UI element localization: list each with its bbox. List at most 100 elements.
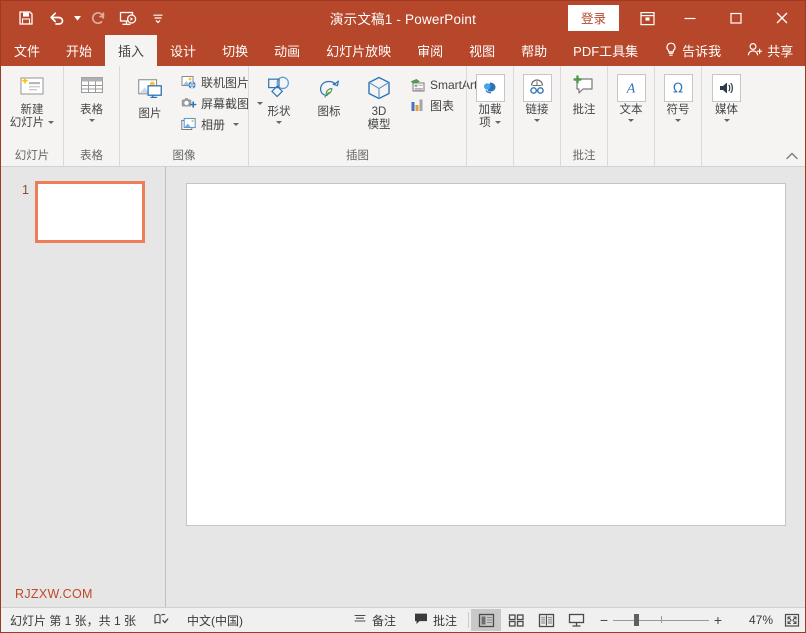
link-caret-icon[interactable] bbox=[534, 119, 540, 122]
media-caret-icon[interactable] bbox=[724, 119, 730, 122]
zoom-out-button[interactable]: − bbox=[595, 612, 613, 628]
chart-icon bbox=[409, 98, 426, 114]
ribbon-display-options-icon[interactable] bbox=[627, 1, 667, 35]
icons-label: 图标 bbox=[318, 106, 341, 119]
ribbon: 新建 幻灯片 幻灯片 表格 bbox=[1, 66, 805, 167]
tab-design[interactable]: 设计 bbox=[157, 35, 209, 66]
collapse-ribbon-icon[interactable] bbox=[784, 148, 800, 164]
slide-sorter-view-button[interactable] bbox=[501, 609, 531, 631]
close-icon[interactable] bbox=[759, 1, 805, 35]
slide-canvas[interactable] bbox=[186, 183, 786, 526]
maximize-icon[interactable] bbox=[713, 1, 759, 35]
table-button[interactable]: 表格 bbox=[67, 70, 117, 124]
new-slide-caret-icon[interactable] bbox=[48, 121, 54, 124]
text-icon: A bbox=[617, 74, 646, 102]
addins-caret-icon[interactable] bbox=[495, 121, 501, 124]
ribbon-tab-strip: 文件 开始 插入 设计 切换 动画 幻灯片放映 审阅 视图 帮助 PDF工具集 … bbox=[1, 35, 805, 66]
shapes-label: 形状 bbox=[268, 106, 291, 119]
slide-count-label: 幻灯片 第 1 张，共 1 张 bbox=[10, 612, 136, 629]
ribbon-group-links: 链接 bbox=[513, 66, 560, 166]
photo-album-caret-icon[interactable] bbox=[233, 123, 239, 126]
shapes-button[interactable]: 形状 bbox=[254, 70, 304, 126]
group-label-tables: 表格 bbox=[64, 148, 119, 166]
shapes-caret-icon[interactable] bbox=[276, 121, 282, 124]
group-label-addins bbox=[467, 148, 513, 166]
symbols-button[interactable]: Ω 符号 bbox=[653, 70, 703, 124]
ribbon-group-slides: 新建 幻灯片 幻灯片 bbox=[1, 66, 63, 166]
ribbon-group-text: A 文本 bbox=[607, 66, 654, 166]
tab-file[interactable]: 文件 bbox=[1, 35, 53, 66]
undo-icon[interactable] bbox=[41, 5, 71, 31]
ribbon-group-images: 图片 联机图片 屏幕截图 bbox=[119, 66, 248, 166]
tab-slideshow[interactable]: 幻灯片放映 bbox=[313, 35, 404, 66]
work-area: 1 RJZXW.COM bbox=[1, 167, 805, 607]
tab-strip-right: 告诉我 共享 bbox=[651, 35, 806, 66]
status-separator bbox=[468, 612, 469, 628]
notes-icon bbox=[353, 612, 367, 628]
symbols-caret-icon[interactable] bbox=[675, 119, 681, 122]
language-status[interactable]: 中文(中国) bbox=[178, 609, 252, 631]
ribbon-group-media: 媒体 bbox=[701, 66, 751, 166]
icons-icon bbox=[314, 74, 344, 104]
tab-view[interactable]: 视图 bbox=[456, 35, 508, 66]
watermark-text: RJZXW.COM bbox=[15, 587, 93, 601]
tab-pdf-tools[interactable]: PDF工具集 bbox=[560, 35, 651, 66]
redo-icon[interactable] bbox=[83, 5, 113, 31]
slide-thumbnail-pane[interactable]: 1 RJZXW.COM bbox=[1, 167, 166, 607]
normal-view-button[interactable] bbox=[471, 609, 501, 631]
slideshow-view-button[interactable] bbox=[561, 609, 591, 631]
zoom-percent-label[interactable]: 47% bbox=[731, 613, 779, 627]
tell-me-box[interactable]: 告诉我 bbox=[651, 35, 734, 66]
link-label: 链接 bbox=[526, 104, 549, 117]
zoom-in-button[interactable]: + bbox=[709, 612, 727, 628]
new-slide-label-line1: 新建 bbox=[21, 104, 44, 116]
group-label-comments: 批注 bbox=[561, 148, 607, 166]
status-bar: 幻灯片 第 1 张，共 1 张 中文(中国) 备注 批注 bbox=[1, 607, 805, 632]
tab-help[interactable]: 帮助 bbox=[508, 35, 560, 66]
tell-me-label: 告诉我 bbox=[682, 41, 721, 60]
slide-count-status[interactable]: 幻灯片 第 1 张，共 1 张 bbox=[1, 609, 145, 631]
comment-balloon-icon bbox=[414, 612, 428, 628]
text-button[interactable]: A 文本 bbox=[606, 70, 656, 124]
customize-qat-icon[interactable] bbox=[143, 5, 173, 31]
text-caret-icon[interactable] bbox=[628, 119, 634, 122]
share-person-icon bbox=[747, 42, 763, 60]
minimize-icon[interactable] bbox=[667, 1, 713, 35]
get-addins-button[interactable]: 加载 项 bbox=[465, 70, 515, 132]
tab-home[interactable]: 开始 bbox=[53, 35, 105, 66]
table-label: 表格 bbox=[80, 104, 103, 117]
pictures-button[interactable]: 图片 bbox=[125, 70, 175, 123]
reading-view-button[interactable] bbox=[531, 609, 561, 631]
tab-insert[interactable]: 插入 bbox=[105, 35, 157, 66]
new-slide-button[interactable]: 新建 幻灯片 bbox=[6, 70, 58, 132]
tab-review[interactable]: 审阅 bbox=[404, 35, 456, 66]
tab-transitions[interactable]: 切换 bbox=[209, 35, 261, 66]
zoom-control: − + bbox=[591, 609, 731, 631]
slide-thumbnail-1[interactable] bbox=[35, 181, 145, 243]
media-button[interactable]: 媒体 bbox=[702, 70, 752, 124]
accessibility-check-button[interactable] bbox=[145, 609, 178, 631]
zoom-slider-handle[interactable] bbox=[634, 614, 639, 626]
link-button[interactable]: 链接 bbox=[512, 70, 562, 124]
icons-button[interactable]: 图标 bbox=[304, 70, 354, 121]
group-label-media bbox=[702, 148, 751, 166]
status-bar-right: 备注 批注 − bbox=[344, 609, 805, 631]
save-icon[interactable] bbox=[11, 5, 41, 31]
new-comment-button[interactable]: 批注 bbox=[559, 70, 609, 119]
notes-label: 备注 bbox=[372, 612, 396, 629]
comments-button[interactable]: 批注 bbox=[405, 609, 466, 631]
pictures-label: 图片 bbox=[139, 108, 162, 121]
undo-dropdown-caret-icon[interactable] bbox=[71, 5, 83, 31]
table-caret-icon[interactable] bbox=[89, 119, 95, 122]
3d-model-button[interactable]: 3D 模型 bbox=[354, 70, 404, 134]
thumbnail-list-item[interactable]: 1 bbox=[1, 167, 165, 243]
share-button[interactable]: 共享 bbox=[734, 35, 806, 66]
notes-button[interactable]: 备注 bbox=[344, 609, 405, 631]
sign-in-button[interactable]: 登录 bbox=[568, 5, 619, 31]
tab-animations[interactable]: 动画 bbox=[261, 35, 313, 66]
start-slideshow-icon[interactable] bbox=[113, 5, 143, 31]
zoom-slider[interactable] bbox=[613, 609, 709, 631]
speaker-icon bbox=[712, 74, 741, 102]
lightbulb-icon bbox=[664, 42, 678, 60]
fit-slide-to-window-button[interactable] bbox=[779, 609, 805, 631]
